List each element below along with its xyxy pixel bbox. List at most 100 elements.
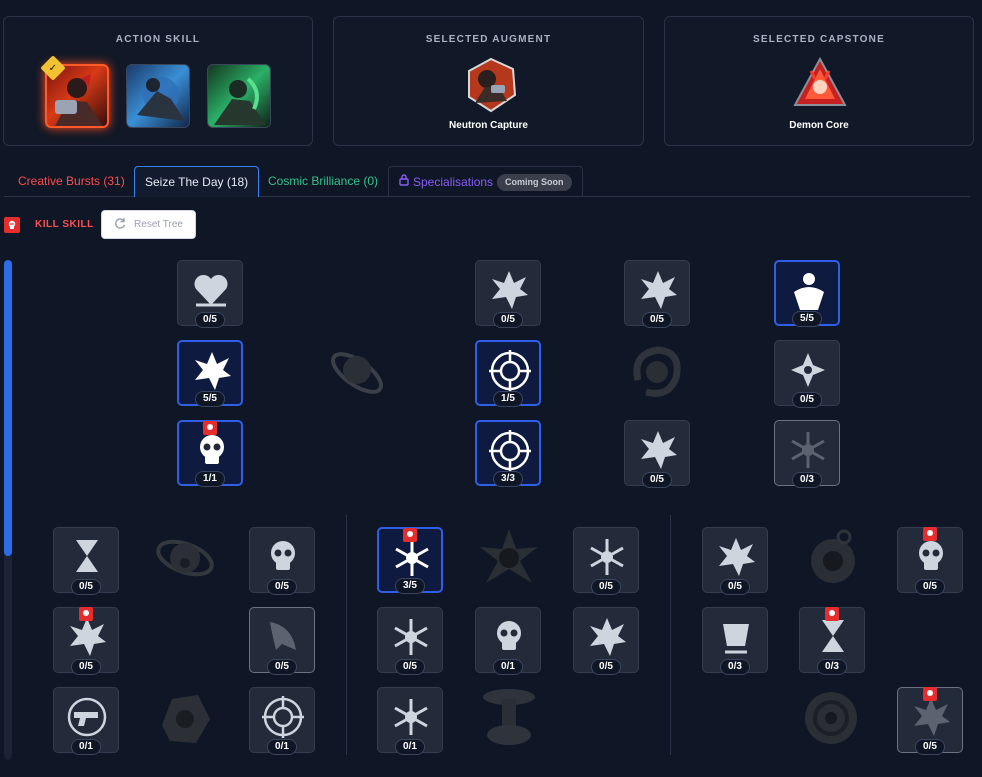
kill-skill-badge: [203, 421, 217, 435]
skill-node[interactable]: 0/5: [249, 527, 315, 595]
snowflake-burst-icon: [790, 430, 826, 470]
capstone-name: Demon Core: [789, 120, 849, 131]
skill-node[interactable]: 0/3: [774, 420, 840, 488]
skill-node[interactable]: 0/3: [702, 607, 768, 675]
node-rank: 5/5: [195, 391, 225, 407]
action-skill-title: ACTION SKILL: [115, 34, 201, 45]
augment-swirl-icon[interactable]: [624, 340, 690, 406]
reset-tree-label: Reset Tree: [134, 219, 183, 230]
augment-anvil-icon[interactable]: [476, 685, 542, 751]
scrollbar-thumb[interactable]: [4, 260, 12, 556]
skill-node[interactable]: 0/5: [53, 527, 119, 595]
skill-node[interactable]: 0/1: [475, 607, 541, 675]
skill-node[interactable]: 3/3: [475, 420, 541, 487]
node-rank: 0/5: [915, 739, 945, 755]
skill-node[interactable]: 3/5: [377, 527, 443, 594]
skill-node[interactable]: 0/3: [799, 607, 865, 675]
kill-skill-badge: [403, 528, 417, 542]
kill-skill-badge: [923, 527, 937, 541]
skull-burst-icon: [271, 541, 295, 570]
reset-tree-button[interactable]: Reset Tree: [101, 210, 196, 239]
node-rank: 0/5: [71, 659, 101, 675]
target-burst-icon: [262, 696, 304, 738]
burst-timer-icon: [590, 618, 626, 656]
skill-node[interactable]: 0/5: [897, 527, 963, 595]
branch-divider: [670, 515, 671, 755]
skill-node[interactable]: 0/5: [774, 340, 840, 408]
hourglass-burst-icon: [822, 620, 844, 652]
node-rank: 0/5: [195, 312, 225, 328]
node-rank: 0/1: [71, 739, 101, 755]
tree-tabs: Creative Bursts (31) Seize The Day (18) …: [4, 166, 970, 197]
node-rank: 0/3: [792, 472, 822, 488]
node-rank: 0/5: [591, 579, 621, 595]
neutron-capture-icon[interactable]: [465, 57, 517, 113]
branch-divider: [346, 515, 347, 755]
snowflake-slash-icon: [394, 538, 430, 578]
skill-node[interactable]: 0/5: [624, 420, 690, 488]
burst-icon: [492, 271, 528, 309]
augment-name: Neutron Capture: [449, 120, 528, 131]
skill-node[interactable]: 0/5: [897, 687, 963, 755]
skill-node[interactable]: 0/5: [177, 260, 243, 328]
burst-timer-icon: [641, 271, 677, 309]
skull-chain-icon: [919, 541, 943, 570]
node-rank: 0/3: [720, 659, 750, 675]
action-skill-option-2[interactable]: [126, 64, 190, 128]
node-rank: 1/5: [493, 391, 523, 407]
node-rank: 0/3: [817, 659, 847, 675]
capstone-title: SELECTED CAPSTONE: [753, 34, 885, 45]
burst-snowflake-icon: [641, 431, 677, 469]
skill-node[interactable]: 0/5: [475, 260, 541, 328]
tab-specialisations[interactable]: Specialisations Coming Soon: [388, 166, 583, 197]
skill-node[interactable]: 0/5: [573, 607, 639, 675]
node-rank: 0/5: [591, 659, 621, 675]
augment-core-icon[interactable]: [152, 525, 218, 591]
skill-node[interactable]: 1/5: [475, 340, 541, 407]
augment-panel: SELECTED AUGMENT Neutron Capture: [333, 16, 644, 146]
kill-skill-badge: [825, 607, 839, 621]
tab-seize-the-day[interactable]: Seize The Day (18): [134, 166, 260, 197]
kill-skill-icon: [4, 217, 20, 233]
tab-cosmic-brilliance[interactable]: Cosmic Brilliance (0): [258, 166, 388, 197]
skill-node[interactable]: 0/5: [53, 607, 119, 675]
augment-orbit-icon[interactable]: [324, 340, 390, 406]
tab-creative-bursts[interactable]: Creative Bursts (31): [8, 166, 135, 197]
node-rank: 0/5: [493, 312, 523, 328]
node-rank: 0/1: [493, 659, 523, 675]
node-rank: 5/5: [792, 311, 822, 327]
augment-rock-icon[interactable]: [152, 685, 218, 751]
skill-node[interactable]: 5/5: [774, 260, 840, 327]
action-skill-panel: ACTION SKILL ✓: [3, 16, 313, 146]
demon-core-icon[interactable]: [793, 57, 847, 113]
node-rank: 0/5: [792, 392, 822, 408]
skill-node[interactable]: 0/5: [377, 607, 443, 675]
skill-node[interactable]: 0/5: [702, 527, 768, 595]
augment-vortex-icon[interactable]: [798, 685, 864, 751]
augment-blast-icon[interactable]: [476, 525, 542, 591]
skill-node[interactable]: 0/1: [377, 687, 443, 755]
crosshair-icon: [489, 430, 531, 472]
skill-node[interactable]: 1/1: [177, 420, 243, 487]
node-rank: 0/5: [642, 312, 672, 328]
skill-node[interactable]: 0/1: [53, 687, 119, 755]
heart-chain-icon: [192, 273, 230, 307]
kill-skill-badge: [923, 687, 937, 701]
kill-skill-badge: [79, 607, 93, 621]
burst-bowl-icon: [721, 622, 751, 654]
coming-soon-badge: Coming Soon: [497, 174, 572, 192]
action-skill-option-3[interactable]: [207, 64, 271, 128]
skill-node[interactable]: 0/5: [624, 260, 690, 328]
node-rank: 3/5: [395, 578, 425, 594]
burst-swirl-icon: [719, 538, 755, 576]
burst-icon: [195, 352, 231, 390]
skill-node[interactable]: 5/5: [177, 340, 243, 407]
wing-icon: [270, 622, 296, 650]
augment-ring-icon[interactable]: [800, 525, 866, 591]
skill-node[interactable]: 0/1: [249, 687, 315, 755]
node-rank: 0/5: [720, 579, 750, 595]
skull-gear-icon: [497, 621, 521, 650]
skill-node[interactable]: 0/5: [573, 527, 639, 595]
node-rank: 0/5: [395, 659, 425, 675]
skill-node[interactable]: 0/5: [249, 607, 315, 675]
